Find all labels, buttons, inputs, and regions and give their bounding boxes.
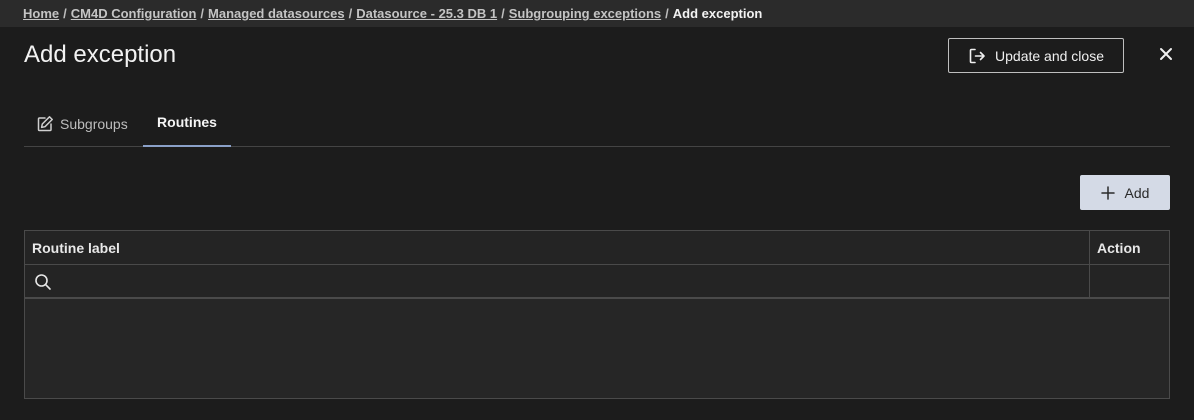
breadcrumb: Home / CM4D Configuration / Managed data… (0, 0, 1194, 27)
column-divider (1089, 231, 1090, 299)
breadcrumb-separator: / (348, 6, 353, 21)
breadcrumb-current: Add exception (672, 6, 763, 21)
routines-table: Routine label Action (24, 230, 1170, 399)
update-and-close-label: Update and close (995, 47, 1104, 64)
tab-subgroups-label: Subgroups (60, 115, 128, 132)
breadcrumb-separator: / (501, 6, 505, 21)
tab-subgroups[interactable]: Subgroups (36, 100, 128, 147)
tab-routines[interactable]: Routines (143, 100, 231, 147)
close-button[interactable] (1156, 44, 1176, 64)
add-button[interactable]: Add (1080, 175, 1170, 210)
plus-icon (1100, 185, 1115, 200)
breadcrumb-separator: / (665, 6, 669, 21)
update-and-close-button[interactable]: Update and close (948, 38, 1124, 73)
column-header-action: Action (1097, 240, 1141, 256)
column-header-routine-label[interactable]: Routine label (32, 240, 120, 256)
breadcrumb-link-home[interactable]: Home (23, 6, 59, 21)
breadcrumb-separator: / (200, 6, 205, 21)
table-filter-row (25, 265, 1169, 299)
page-title: Add exception (24, 41, 177, 68)
add-button-label: Add (1124, 184, 1150, 201)
search-icon (34, 273, 52, 291)
breadcrumb-link-subgrouping-exceptions[interactable]: Subgrouping exceptions (509, 6, 661, 21)
edit-icon (36, 115, 54, 133)
close-icon (1159, 47, 1173, 61)
tab-routines-label: Routines (157, 113, 217, 130)
breadcrumb-link-cm4d-configuration[interactable]: CM4D Configuration (71, 6, 197, 21)
routine-label-filter-input[interactable] (59, 269, 1079, 295)
sign-out-icon (968, 47, 986, 65)
tab-bar: Subgroups Routines (24, 100, 1170, 147)
breadcrumb-separator: / (63, 6, 67, 21)
table-header: Routine label Action (25, 231, 1169, 265)
table-body (25, 299, 1169, 398)
breadcrumb-link-datasource[interactable]: Datasource - 25.3 DB 1 (356, 6, 497, 21)
breadcrumb-link-managed-datasources[interactable]: Managed datasources (208, 6, 345, 21)
